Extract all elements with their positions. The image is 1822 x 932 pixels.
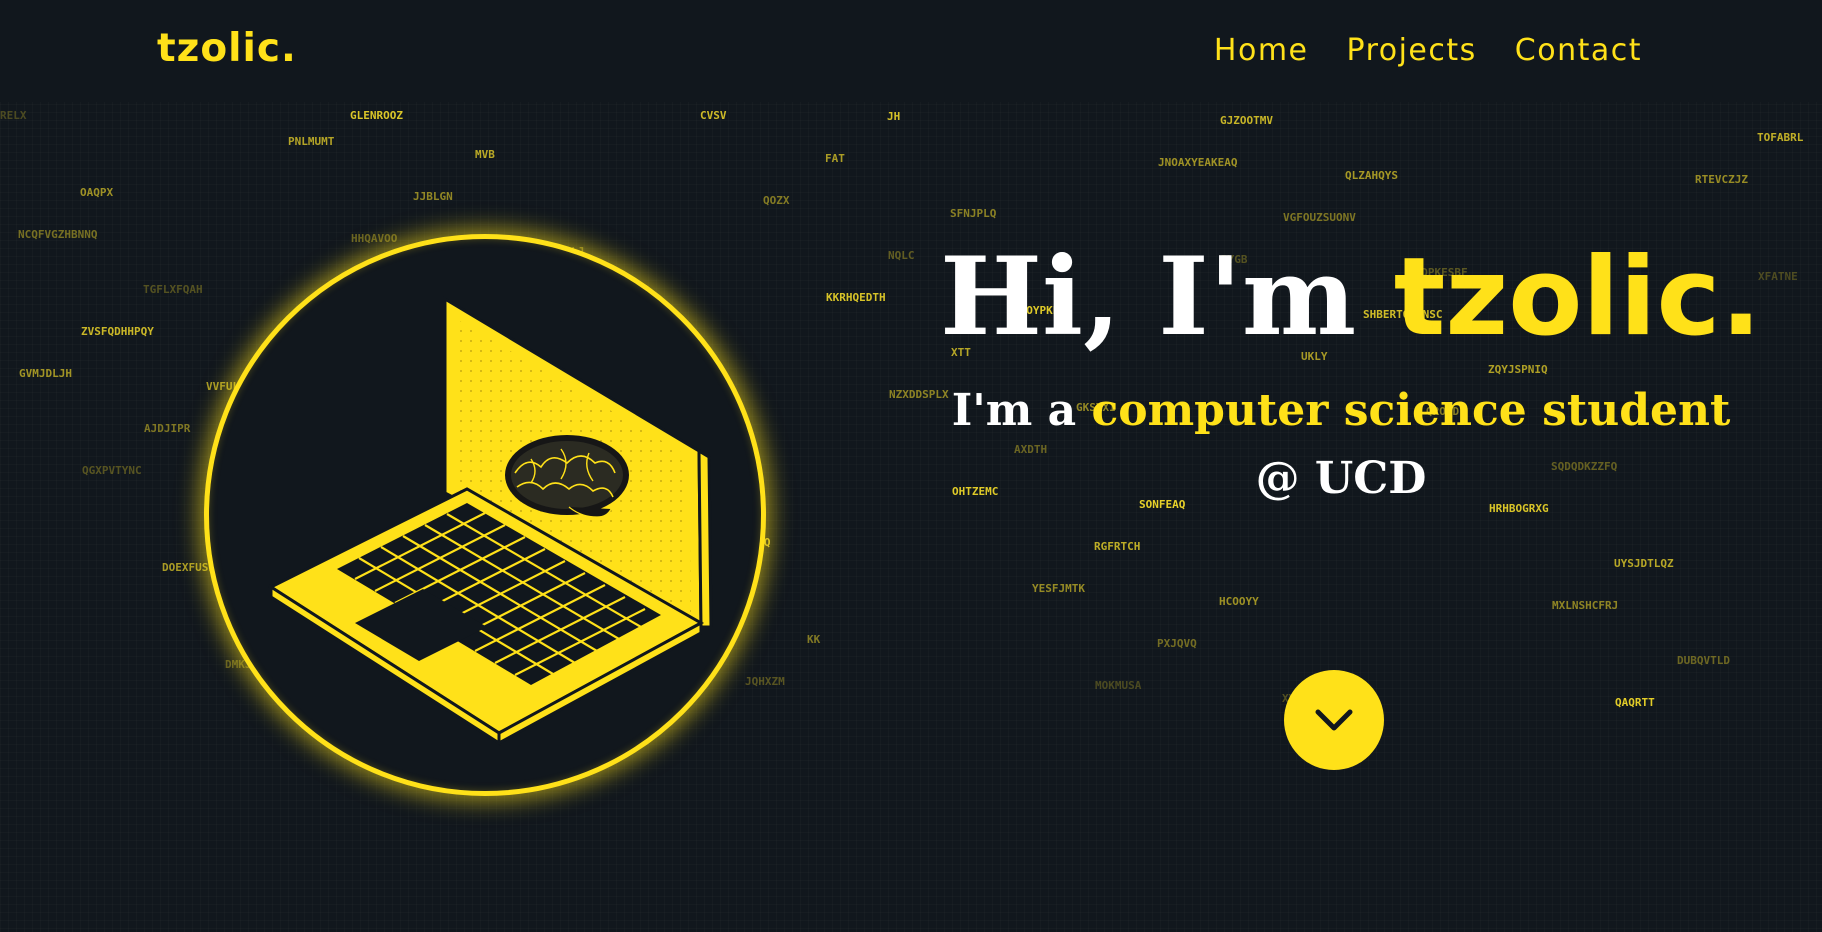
matrix-rain-column: TGFLXFQAH	[143, 283, 203, 296]
matrix-rain-column: JNOAXYEAKEAQ	[1158, 156, 1238, 169]
nav-link-home[interactable]: Home	[1214, 33, 1309, 68]
matrix-rain-column: DOEXFUSERNI	[162, 561, 235, 574]
matrix-rain-column: QLZAHQYS	[1345, 169, 1398, 182]
matrix-rain-column: QGXPVTYNC	[82, 464, 142, 477]
matrix-rain-column: HCOOYY	[1219, 595, 1259, 608]
laptop-brain-icon	[267, 296, 713, 746]
matrix-rain-column: GVMJDLJH	[19, 367, 72, 380]
matrix-rain-column: JH	[887, 110, 901, 123]
subtitle-prefix: I'm a	[951, 385, 1092, 436]
site-logo[interactable]: tzolic.	[157, 26, 297, 71]
matrix-rain-column: TOFABRL	[1757, 131, 1804, 144]
matrix-rain-column: JJBLGN	[413, 190, 453, 203]
matrix-rain-column: OAQPX	[80, 186, 114, 199]
matrix-rain-column: DUBQVTLD	[1677, 654, 1730, 667]
main-nav: Home Projects Contact	[1214, 33, 1642, 68]
matrix-rain-column: CVSV	[700, 110, 727, 122]
matrix-rain-column: NZXDDSPLX	[889, 388, 949, 401]
matrix-rain-column: QAQRTT	[1615, 696, 1655, 709]
matrix-rain-column: SFNJPLQ	[950, 207, 997, 220]
matrix-rain-column: YESFJMTK	[1032, 582, 1085, 595]
matrix-rain-column: QOZX	[763, 194, 790, 207]
hero-section: Hi, I'm tzolic. I'm a computer science s…	[940, 232, 1762, 513]
matrix-rain-column: FAT	[825, 152, 845, 165]
matrix-rain-column: NQLC	[888, 249, 915, 262]
top-navbar: tzolic. Home Projects Contact	[0, 0, 1822, 102]
matrix-rain-column: PXJQVQ	[1157, 637, 1197, 650]
matrix-rain-column: KK	[807, 633, 821, 646]
scroll-down-button[interactable]	[1284, 670, 1384, 770]
greeting-name: tzolic.	[1393, 235, 1762, 360]
matrix-rain-column: PNLMUMT	[288, 135, 335, 148]
matrix-rain-column: RTEVCZJZ	[1695, 173, 1748, 186]
matrix-rain-column: KKRHQEDTH	[826, 291, 886, 304]
matrix-rain-column: AJDJIPR	[144, 422, 191, 435]
greeting-prefix: Hi, I'm	[940, 234, 1394, 360]
matrix-rain-column: UYSJDTLQZ	[1614, 557, 1674, 570]
hero-heading: Hi, I'm tzolic.	[940, 232, 1762, 363]
matrix-rain-column: GJZOOTMV	[1220, 114, 1273, 127]
nav-link-contact[interactable]: Contact	[1515, 33, 1642, 68]
matrix-rain-column: MVB	[475, 148, 495, 161]
matrix-rain-column: VGFOUZSUONV	[1283, 211, 1356, 224]
nav-link-projects[interactable]: Projects	[1347, 33, 1477, 68]
subtitle-highlight: computer science student	[1091, 385, 1731, 436]
matrix-rain-column: NCQFVGZHBNNQ	[18, 228, 98, 241]
avatar	[204, 234, 766, 796]
chevron-down-icon	[1315, 709, 1353, 731]
matrix-rain-column: ZVSFQDHHPQY	[81, 325, 154, 338]
matrix-rain-column: MOKMUSA	[1095, 679, 1142, 692]
matrix-rain-column: RGFRTCH	[1094, 540, 1141, 553]
matrix-rain-column: MXLNSHCFRJ	[1552, 599, 1619, 612]
subtitle-line2: @ UCD	[1255, 453, 1427, 504]
matrix-rain-column: RELX	[0, 110, 27, 122]
hero-subtitle: I'm a computer science student @ UCD	[940, 377, 1742, 513]
matrix-rain-column: GLENROOZ	[350, 110, 403, 122]
